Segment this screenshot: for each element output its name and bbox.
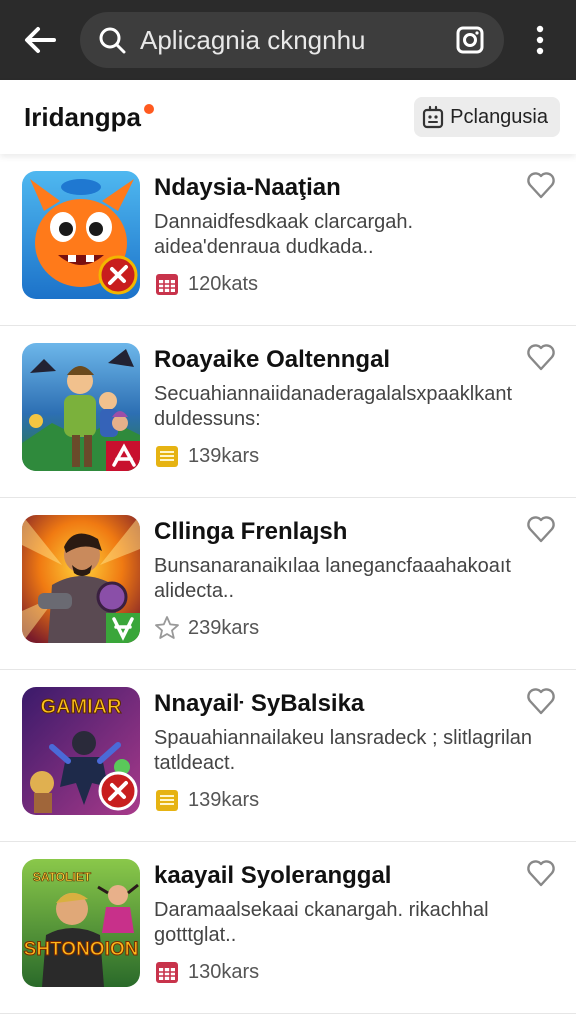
app-title[interactable]: Cllinga Frenlaȷsh — [154, 518, 347, 546]
favorite-heart-icon[interactable] — [526, 858, 556, 888]
language-button-label: Pclangusia — [450, 105, 548, 128]
list-item[interactable]: Cllinga Frenlaȷsh Bunsanaranaikılaa lane… — [0, 498, 576, 670]
note-yellow-icon — [156, 446, 178, 467]
camera-button[interactable] — [450, 20, 490, 60]
more-vertical-icon — [536, 25, 544, 55]
notification-dot — [144, 103, 155, 114]
app-thumbnail-subcaption: SATOLIET — [33, 870, 92, 884]
app-title[interactable]: kaayail Syoleranggal — [154, 862, 391, 890]
search-bar[interactable]: Aplicagnia ckngnhu — [80, 12, 504, 68]
calendar-red-icon — [156, 962, 178, 983]
camera-icon — [456, 26, 484, 54]
app-thumbnail-warrior[interactable] — [22, 515, 140, 643]
app-title[interactable]: Roayaike Oaltenngal — [154, 346, 390, 374]
app-thumbnail-caption: SHTONOION — [24, 939, 139, 960]
list-item[interactable]: SATOLIET SHTONOION kaayail Syoleranggal … — [0, 842, 576, 1014]
app-meta: 120kats — [154, 271, 258, 297]
top-app-bar: Aplicagnia ckngnhu — [0, 0, 576, 80]
back-button[interactable] — [0, 0, 80, 80]
app-description: Spauahiannailakeu lansradeck ; slitlagri… — [154, 727, 533, 774]
list-item[interactable]: GAMIAR Nnayaiŀ SyBalsika Spauahiannailak… — [0, 670, 576, 842]
app-title[interactable]: Ndaysia-Naaţian — [154, 174, 341, 202]
favorite-heart-icon[interactable] — [526, 686, 556, 716]
favorite-heart-icon[interactable] — [526, 514, 556, 544]
search-input[interactable]: Aplicagnia ckngnhu — [140, 25, 450, 56]
app-description: Secuahiannaiidanaderagalalsxpaaklkant du… — [154, 383, 513, 430]
app-title[interactable]: Nnayaiŀ SyBalsika — [154, 690, 364, 718]
app-meta: 139kars — [154, 787, 259, 813]
app-meta: 239kars — [154, 615, 259, 641]
app-meta: 130kars — [154, 959, 259, 985]
app-meta-count: 130kars — [188, 960, 260, 983]
favorite-heart-icon[interactable] — [526, 170, 556, 200]
app-description: Bunsanaranaikılaa lanegancfaaahakoaıt al… — [154, 555, 511, 602]
language-icon — [423, 105, 444, 129]
app-thumbnail-monster[interactable] — [22, 171, 140, 299]
app-list: Ndaysia-Naaţian Dannaidfesdkaak clarcarg… — [0, 154, 576, 1014]
app-meta-count: 139kars — [188, 788, 260, 811]
list-item[interactable]: Roayaike Oaltenngal Secuahiannaiidanader… — [0, 326, 576, 498]
calendar-red-icon — [156, 274, 178, 295]
favorite-heart-icon[interactable] — [526, 342, 556, 372]
app-meta: 139kars — [154, 443, 259, 469]
search-icon — [99, 27, 126, 54]
app-description: Dannaidfesdkaak clarcargah. aidea'denrau… — [154, 211, 414, 258]
app-thumbnail-heroes[interactable] — [22, 343, 140, 471]
app-thumbnail-gamiar[interactable]: GAMIAR — [22, 687, 140, 815]
list-item[interactable]: Ndaysia-Naaţian Dannaidfesdkaak clarcarg… — [0, 154, 576, 326]
app-thumbnail-shtonoion[interactable]: SATOLIET SHTONOION — [22, 859, 140, 987]
app-description: Daramaalsekaai ckanargah. rikachhal gott… — [154, 899, 489, 946]
app-meta-count: 120kats — [188, 272, 259, 295]
app-thumbnail-caption: GAMIAR — [40, 696, 122, 718]
note-yellow-icon — [156, 790, 178, 811]
page-title-text: Iridangpa — [24, 101, 142, 132]
page-title: Iridangpa — [24, 101, 155, 133]
language-button[interactable]: Pclangusia — [414, 97, 560, 137]
page-header: Iridangpa Pclangusia — [0, 80, 576, 154]
back-arrow-icon — [25, 27, 56, 53]
star-outline-icon — [155, 616, 179, 639]
more-options-button[interactable] — [504, 0, 576, 80]
app-meta-count: 139kars — [188, 444, 260, 467]
app-meta-count: 239kars — [188, 616, 260, 639]
